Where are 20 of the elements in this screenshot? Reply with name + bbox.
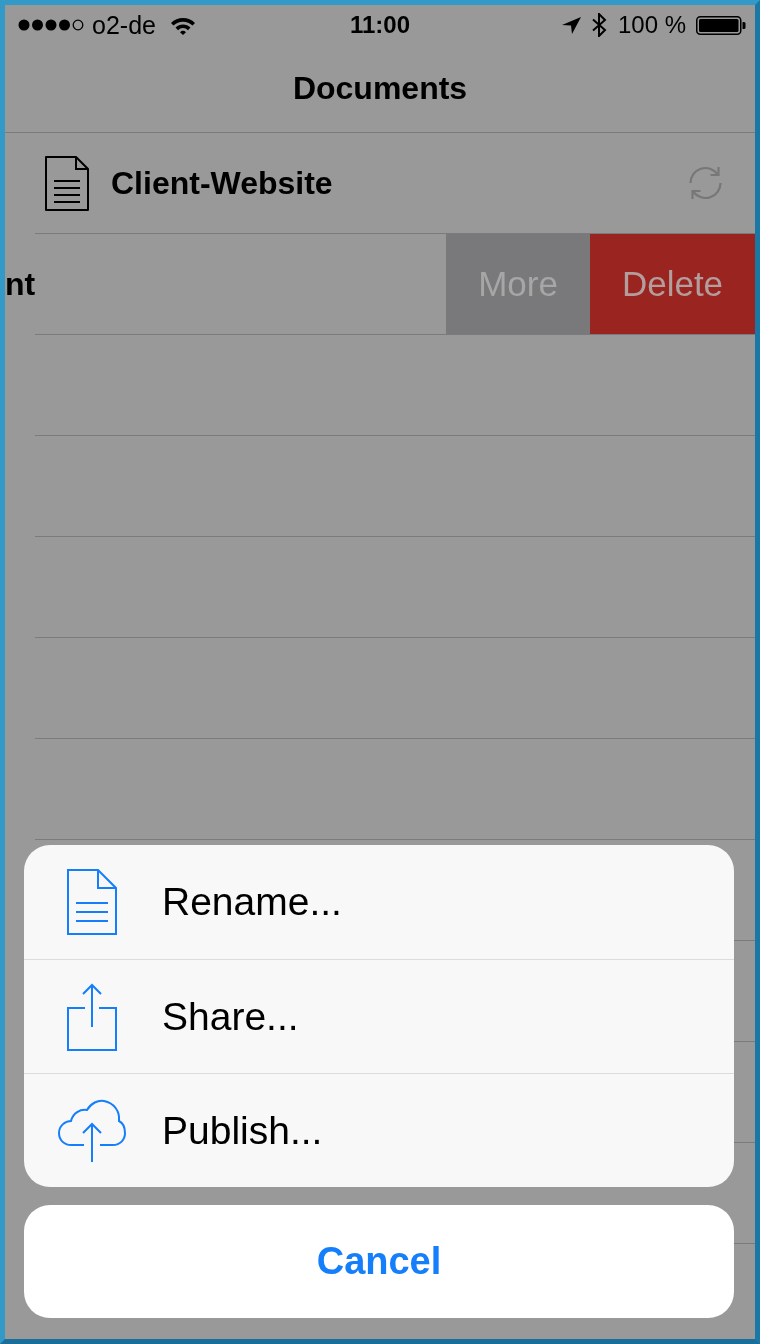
action-sheet-item[interactable]: Rename... (24, 845, 734, 959)
document-name: Client-Website (111, 164, 334, 202)
share-icon (67, 982, 117, 1051)
action-sheet-item[interactable]: Share... (24, 959, 734, 1073)
location-arrow-icon (561, 16, 581, 34)
signal-dots-icon (18, 19, 84, 31)
status-time: 11:00 (349, 11, 411, 39)
battery-percent: 100 % (617, 11, 686, 39)
nav-title: Documents (292, 70, 468, 107)
wifi-icon (169, 15, 196, 35)
action-sheet-item[interactable]: Publish... (24, 1073, 734, 1187)
cloud-upload-icon (58, 1098, 126, 1163)
cancel-button[interactable]: Cancel (24, 1205, 734, 1318)
carrier-name: o2-de (92, 10, 156, 40)
document-icon (45, 155, 89, 211)
sync-icon (687, 165, 724, 201)
document-icon (67, 869, 117, 935)
battery-icon (696, 15, 746, 35)
document-name: nt (5, 266, 37, 303)
bluetooth-icon (590, 13, 608, 37)
